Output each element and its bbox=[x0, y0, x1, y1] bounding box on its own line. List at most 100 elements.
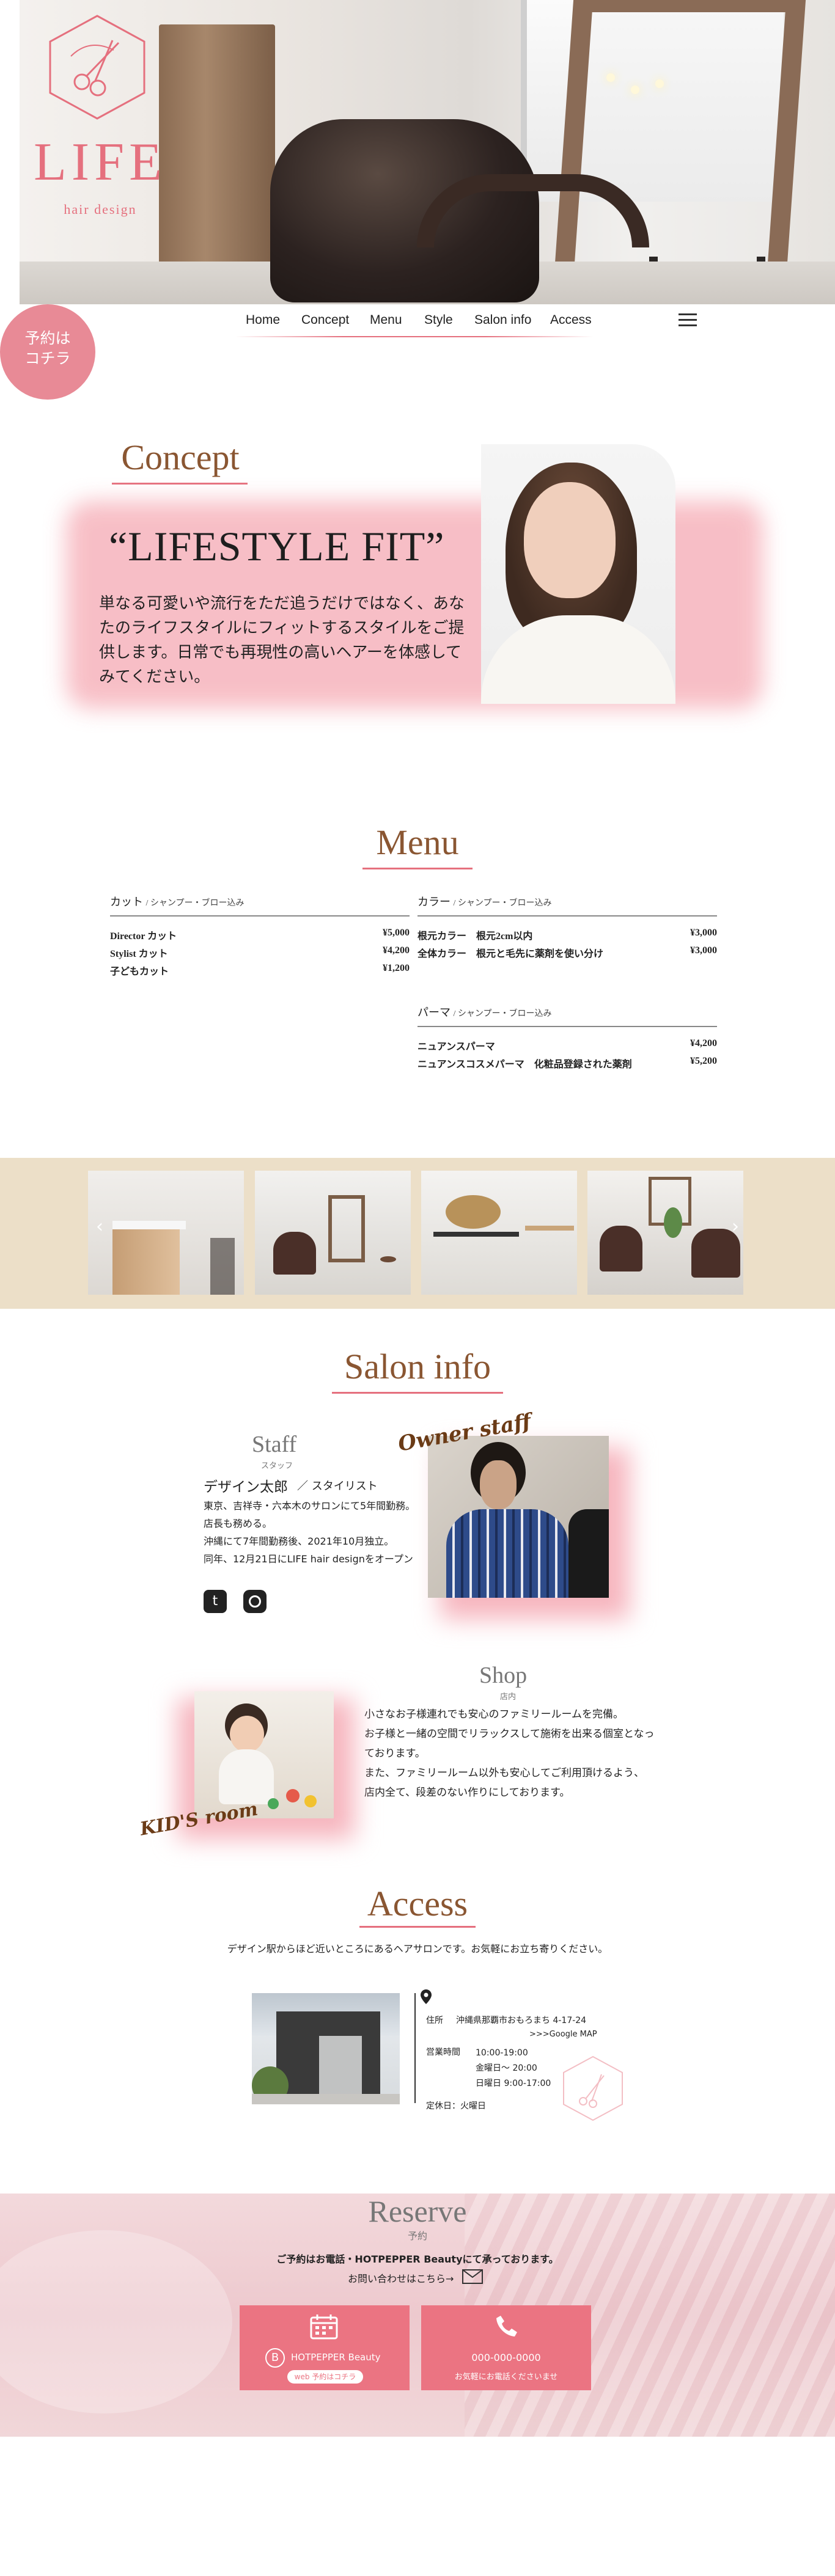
salon-info-title-underline bbox=[332, 1392, 503, 1394]
site-logo[interactable]: LIFE hair design bbox=[27, 13, 174, 217]
menu-item: 全体カラー 根元と毛先に薬剤を使い分け ¥3,000 bbox=[418, 945, 717, 963]
staff-role: ／ スタイリスト bbox=[297, 1480, 378, 1493]
face bbox=[524, 482, 616, 598]
phone-number: 000-000-0000 bbox=[471, 2352, 541, 2363]
calendar-icon bbox=[310, 2314, 338, 2340]
concept-model-photo bbox=[481, 444, 675, 704]
ceiling-lamp bbox=[631, 86, 639, 94]
menu-item-name: 全体カラー 根元と毛先に薬剤を使い分け bbox=[418, 949, 604, 959]
logo-tagline: hair design bbox=[64, 202, 137, 217]
shop-text-line: お子様と一緒の空間でリラックスして施術を出来る個室となっております。 bbox=[364, 1728, 655, 1760]
menu-cut-note: / シャンプー・ブロー込み bbox=[145, 899, 245, 908]
shop-text-line: 小さなお子様連れでも安心のファミリールームを完備。 bbox=[364, 1708, 623, 1721]
menu-item-price: ¥1,200 bbox=[383, 963, 410, 973]
address-label: 住所 bbox=[426, 2016, 443, 2025]
hotpepper-web-pill: web 予約はコチラ bbox=[287, 2370, 363, 2384]
menu-item: Stylist カット ¥4,200 bbox=[110, 945, 410, 963]
staff-photo bbox=[428, 1436, 609, 1598]
gallery-photo[interactable] bbox=[255, 1171, 411, 1295]
hotpepper-reserve-button[interactable]: B HOTPEPPER Beauty web 予約はコチラ bbox=[240, 2305, 410, 2390]
reserve-badge-button[interactable]: 予約は コチラ bbox=[0, 304, 95, 400]
staff-bio-line: 東京、吉祥寺・六本木のサロンにて5年間勤務。 bbox=[204, 1500, 416, 1512]
menu-cut-column: カット / シャンプー・ブロー込み Director カット ¥5,000 Sty… bbox=[110, 893, 410, 981]
sweater bbox=[481, 615, 675, 704]
staff-bio-line: 同年、12月21日にLIFE hair designをオープン bbox=[204, 1553, 413, 1565]
menu-color-column: カラー / シャンプー・ブロー込み 根元カラー 根元2cm以内 ¥3,000 全体… bbox=[418, 893, 717, 963]
menu-title-underline bbox=[362, 868, 473, 869]
scissors-watermark-icon bbox=[563, 2055, 623, 2121]
google-map-link[interactable]: >>>Google MAP bbox=[529, 2030, 597, 2039]
hours-line: 日曜日 9:00-17:00 bbox=[476, 2079, 551, 2088]
staff-bio-line: 店長も務める。 bbox=[204, 1518, 273, 1529]
nav-access[interactable]: Access bbox=[550, 313, 592, 327]
ceiling-lamp bbox=[655, 79, 664, 88]
menu-cut-heading: カット bbox=[110, 896, 143, 908]
closed-day: 定休日：火曜日 bbox=[426, 2101, 486, 2111]
gallery-photo[interactable] bbox=[587, 1171, 743, 1295]
phone-icon bbox=[496, 2316, 517, 2336]
phone-reserve-button[interactable]: 000-000-0000 お気軽にお電話くださいませ bbox=[421, 2305, 591, 2390]
concept-quote: “LIFESTYLE FIT” bbox=[109, 523, 445, 569]
staff-heading-sub: スタッフ bbox=[261, 1462, 293, 1471]
staff-heading: Staff bbox=[252, 1432, 297, 1457]
instagram-icon[interactable] bbox=[243, 1590, 267, 1613]
main-nav: Home Concept Menu Style Salon info Acces… bbox=[0, 304, 835, 341]
chevron-right-icon[interactable]: › bbox=[729, 1218, 742, 1236]
access-divider bbox=[414, 1993, 416, 2103]
hours-line: 金曜日〜 20:00 bbox=[476, 2063, 537, 2073]
staff-bio: 東京、吉祥寺・六本木のサロンにて5年間勤務。 店長も務める。 沖縄にて7年間勤務… bbox=[204, 1497, 430, 1568]
nav-salon-info[interactable]: Salon info bbox=[474, 313, 531, 327]
menu-item: 子どもカット ¥1,200 bbox=[110, 963, 410, 981]
concept-description: 単なる可愛いや流行をただ追うだけではなく、あなたのライフスタイルにフィットするス… bbox=[99, 595, 465, 686]
hamburger-menu-icon[interactable] bbox=[679, 313, 697, 327]
menu-item-price: ¥5,000 bbox=[383, 928, 410, 938]
menu-color-note: / シャンプー・ブロー込み bbox=[453, 899, 552, 908]
ceiling-lamp bbox=[606, 73, 615, 82]
shop-description: 小さなお子様連れでも安心のファミリールームを完備。 お子様と一緒の空間でリラック… bbox=[364, 1705, 658, 1802]
hours-line: 10:00-19:00 bbox=[476, 2048, 528, 2058]
reserve-lead: ご予約はお電話・HOTPEPPER Beautyにて承っております。 bbox=[276, 2253, 559, 2265]
nav-style[interactable]: Style bbox=[424, 313, 453, 327]
staff-name: デザイン太郎 bbox=[204, 1479, 288, 1495]
kids-room-photo bbox=[194, 1691, 334, 1818]
scissors-logo-icon bbox=[49, 15, 145, 120]
shop-text-line: また、ファミリールーム以外も安心してご利用頂けるよう、 bbox=[364, 1767, 644, 1779]
logo-wordmark: LIFE bbox=[34, 133, 167, 192]
concept-title: Concept bbox=[121, 437, 240, 477]
nav-concept[interactable]: Concept bbox=[301, 313, 349, 327]
menu-color-heading: カラー bbox=[418, 896, 451, 908]
menu-item-price: ¥4,200 bbox=[383, 945, 410, 956]
nav-home[interactable]: Home bbox=[246, 313, 280, 327]
menu-item-name: 子どもカット bbox=[110, 967, 169, 977]
shop-exterior-photo bbox=[252, 1993, 400, 2104]
style-gallery: ‹ › bbox=[0, 1158, 835, 1309]
menu-perm-note: / シャンプー・ブロー込み bbox=[453, 1009, 552, 1019]
shop-heading: Shop bbox=[479, 1663, 528, 1688]
hours-label: 営業時間 bbox=[426, 2047, 460, 2057]
twitter-icon[interactable]: t bbox=[204, 1590, 227, 1613]
menu-title: Menu bbox=[376, 822, 459, 862]
access-title: Access bbox=[367, 1884, 468, 1923]
mail-icon[interactable] bbox=[462, 2269, 483, 2284]
chevron-left-icon[interactable]: ‹ bbox=[93, 1218, 106, 1236]
menu-item-price: ¥4,200 bbox=[690, 1038, 717, 1048]
nav-menu[interactable]: Menu bbox=[370, 313, 402, 327]
gallery-photo[interactable] bbox=[421, 1171, 577, 1295]
staff-bio-line: 沖縄にて7年間勤務後、2021年10月独立。 bbox=[204, 1535, 394, 1547]
reserve-title-sub: 予約 bbox=[407, 2230, 427, 2242]
reserve-title: Reserve bbox=[368, 2194, 467, 2228]
nav-underline bbox=[235, 336, 593, 337]
salon-info-title: Salon info bbox=[344, 1347, 491, 1386]
contact-link[interactable]: お問い合わせはこちら→ bbox=[348, 2270, 454, 2285]
access-lead: デザイン駅からほど近いところにあるヘアサロンです。お気軽にお立ち寄りください。 bbox=[227, 1943, 608, 1955]
menu-item-name: Stylist カット bbox=[110, 949, 168, 959]
menu-item-price: ¥3,000 bbox=[690, 945, 717, 956]
shop-text-line: 店内全て、段差のない作りにしております。 bbox=[364, 1787, 570, 1799]
phone-note: お気軽にお電話くださいませ bbox=[454, 2373, 558, 2382]
reserve-badge-line1: 予約は bbox=[24, 329, 71, 347]
menu-item: ニュアンスコスメパーマ 化粧品登録された薬剤 ¥5,200 bbox=[418, 1056, 717, 1074]
hotpepper-label: HOTPEPPER Beauty bbox=[291, 2352, 381, 2363]
gallery-photo[interactable] bbox=[88, 1171, 244, 1295]
menu-item: 根元カラー 根元2cm以内 ¥3,000 bbox=[418, 928, 717, 945]
menu-perm-heading: パーマ bbox=[418, 1006, 451, 1019]
